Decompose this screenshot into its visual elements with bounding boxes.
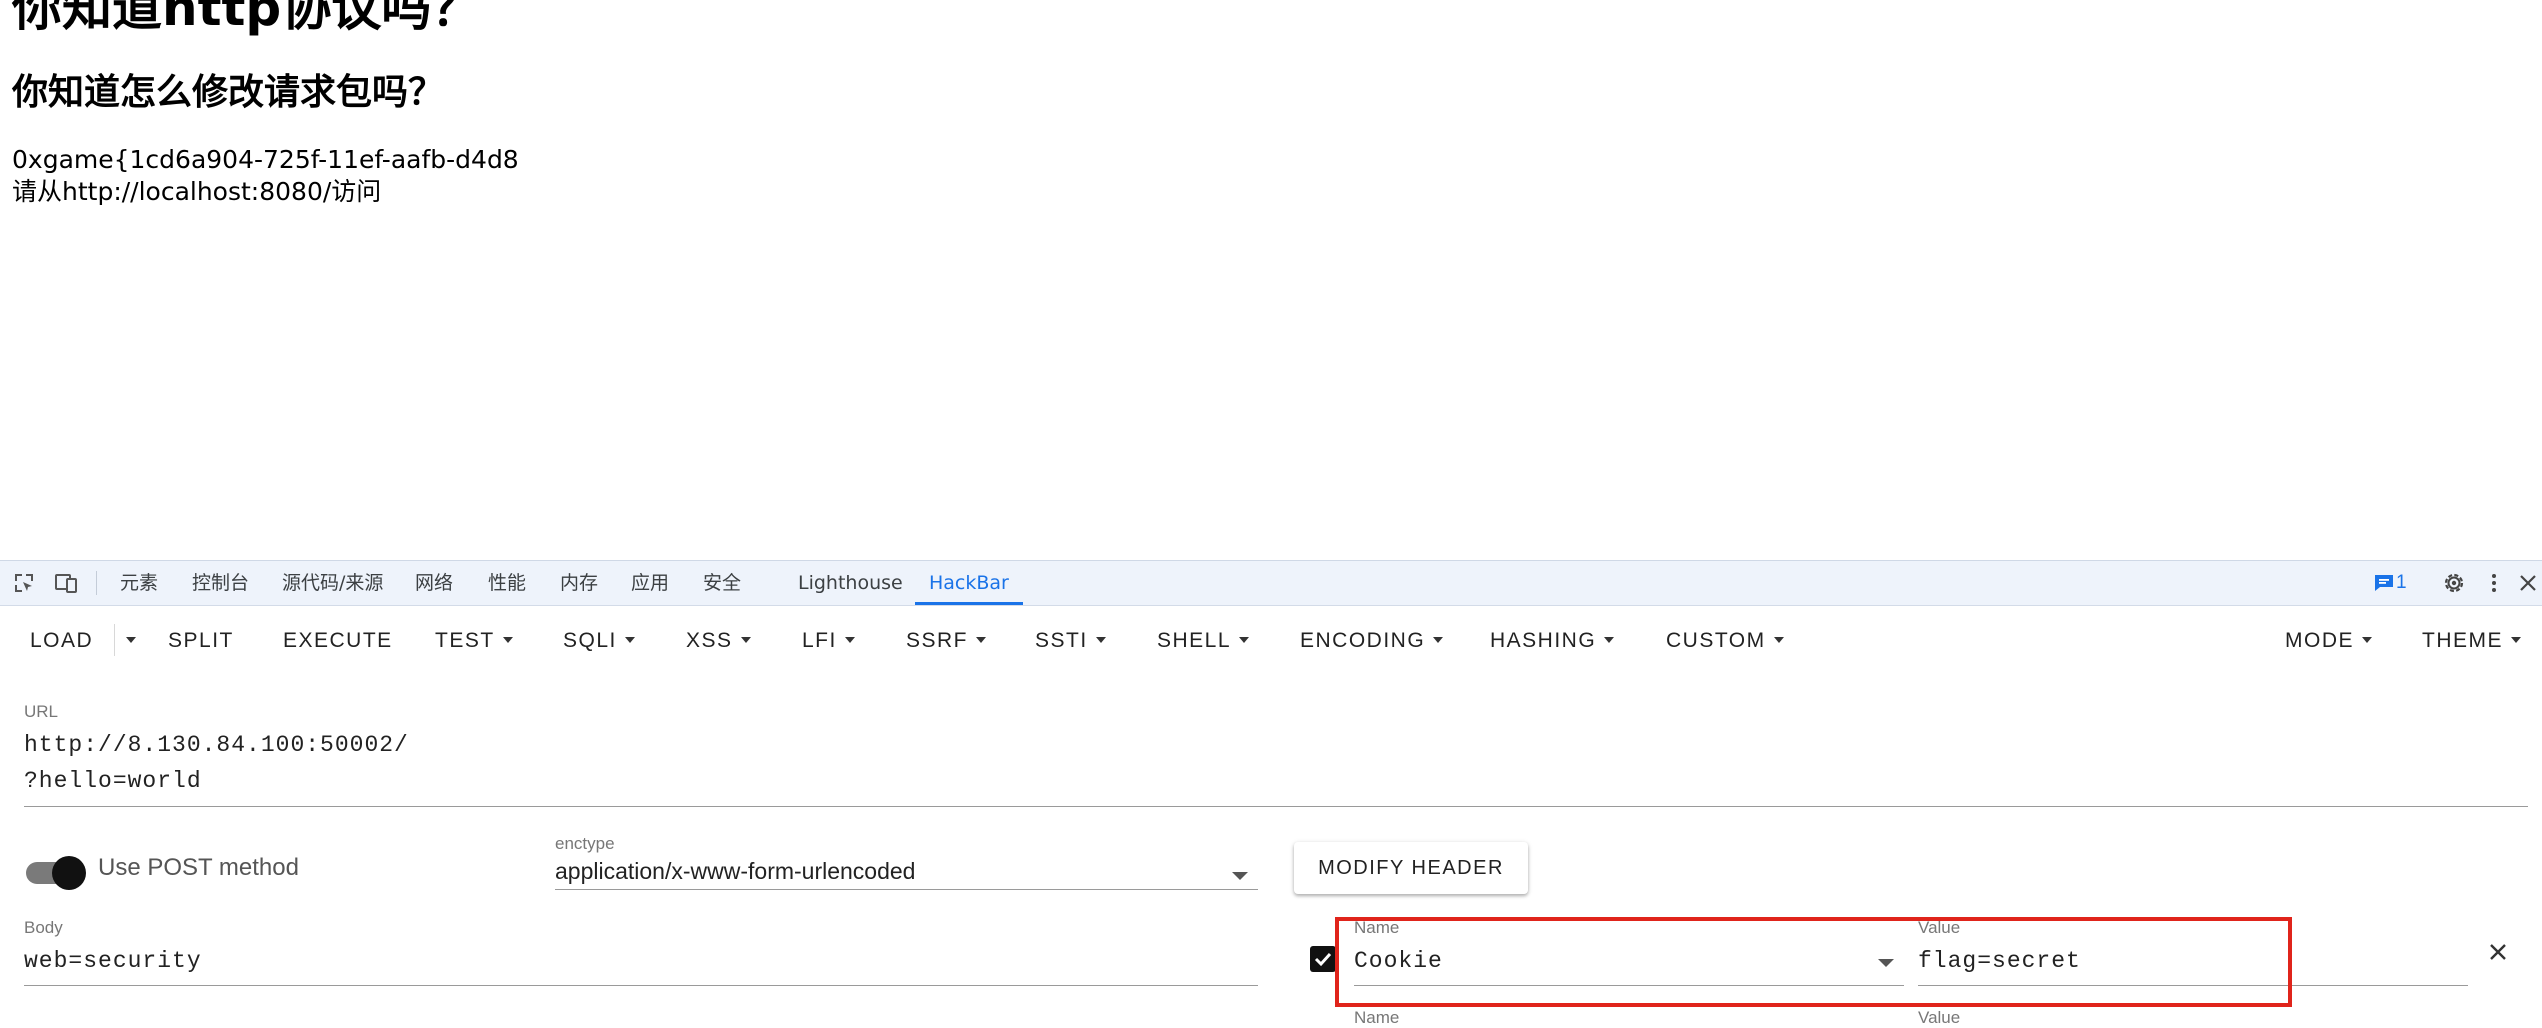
header2-value-label: Value xyxy=(1918,1008,1961,1027)
post-toggle-knob[interactable] xyxy=(52,856,86,890)
url-input-line-1[interactable]: http://8.130.84.100:50002/ xyxy=(24,732,409,758)
tab-application[interactable]: 应用 xyxy=(631,561,669,605)
body-input[interactable]: web=security xyxy=(24,948,202,974)
chevron-down-icon xyxy=(502,636,513,643)
checkmark-icon xyxy=(1314,952,1332,967)
xss-menu-button[interactable]: XSS xyxy=(686,621,751,661)
hint-text: 请从http://localhost:8080/访问 xyxy=(12,177,382,206)
issues-count[interactable]: 1 xyxy=(2396,561,2407,605)
theme-menu-button[interactable]: THEME xyxy=(2422,621,2521,661)
remove-header-icon[interactable] xyxy=(2486,940,2510,964)
tab-hackbar[interactable]: HackBar xyxy=(915,561,1023,605)
more-options-icon[interactable] xyxy=(2482,571,2506,595)
page-heading-2: 你知道怎么修改请求包吗？ xyxy=(12,72,445,113)
enctype-dropdown-icon[interactable] xyxy=(1232,872,1248,880)
split-button[interactable]: SPLIT xyxy=(168,621,234,661)
load-dropdown-button[interactable] xyxy=(118,621,136,661)
modify-header-button[interactable]: MODIFY HEADER xyxy=(1294,842,1528,894)
page-heading-1: 你知道http协议吗？ xyxy=(12,0,482,37)
lfi-menu-button[interactable]: LFI xyxy=(802,621,855,661)
hashing-menu-button[interactable]: HASHING xyxy=(1490,621,1615,661)
tab-memory[interactable]: 内存 xyxy=(560,561,598,605)
chevron-down-icon xyxy=(1095,636,1106,643)
chevron-down-icon xyxy=(624,636,635,643)
chevron-down-icon xyxy=(1433,636,1444,643)
enctype-label: enctype xyxy=(555,834,615,853)
post-toggle-label[interactable]: Use POST method xyxy=(98,854,299,882)
test-menu-button[interactable]: TEST xyxy=(435,621,513,661)
chevron-down-icon xyxy=(1604,636,1615,643)
web-page: 你知道http协议吗？ 你知道怎么修改请求包吗？ 0xgame{1cd6a904… xyxy=(0,0,2542,560)
enctype-underline xyxy=(555,889,1258,890)
sqli-menu-button[interactable]: SQLI xyxy=(563,621,635,661)
issues-icon[interactable] xyxy=(2372,571,2396,595)
chevron-down-icon xyxy=(976,636,987,643)
body-input-underline xyxy=(24,985,1258,986)
ssti-menu-button[interactable]: SSTI xyxy=(1035,621,1106,661)
execute-button[interactable]: EXECUTE xyxy=(283,621,393,661)
url-label: URL xyxy=(24,702,59,721)
tab-network[interactable]: 网络 xyxy=(415,561,453,605)
mode-menu-button[interactable]: MODE xyxy=(2285,621,2372,661)
chevron-down-icon xyxy=(2362,636,2372,643)
device-toolbar-icon[interactable] xyxy=(54,571,78,595)
settings-gear-icon[interactable] xyxy=(2442,571,2466,595)
shell-menu-button[interactable]: SHELL xyxy=(1157,621,1250,661)
hackbar-toolbar: LOAD SPLIT EXECUTE TEST SQLI XSS LFI SSR… xyxy=(0,605,2542,677)
tab-console[interactable]: 控制台 xyxy=(192,561,249,605)
header-enabled-checkbox[interactable] xyxy=(1310,946,1336,972)
chevron-down-icon xyxy=(2511,636,2521,643)
tab-sources[interactable]: 源代码/来源 xyxy=(282,561,383,605)
url-input-line-2[interactable]: ?hello=world xyxy=(24,768,202,794)
inspect-element-icon[interactable] xyxy=(12,571,36,595)
tab-security[interactable]: 安全 xyxy=(703,561,741,605)
custom-menu-button[interactable]: CUSTOM xyxy=(1666,621,1784,661)
close-devtools-icon[interactable] xyxy=(2516,571,2540,595)
body-label: Body xyxy=(24,918,63,937)
tabbar-separator xyxy=(96,571,97,595)
devtools-tabbar: 元素 控制台 源代码/来源 网络 性能 内存 应用 安全 Lighthouse … xyxy=(0,561,2542,606)
enctype-select[interactable]: application/x-www-form-urlencoded xyxy=(555,858,915,885)
tab-performance[interactable]: 性能 xyxy=(488,561,526,605)
ssrf-menu-button[interactable]: SSRF xyxy=(906,621,987,661)
chevron-down-icon xyxy=(1239,636,1250,643)
encoding-menu-button[interactable]: ENCODING xyxy=(1300,621,1444,661)
load-divider xyxy=(114,624,115,656)
flag-text: 0xgame{1cd6a904-725f-11ef-aafb-d4d8 xyxy=(12,145,519,174)
chevron-down-icon xyxy=(844,636,855,643)
header2-name-label: Name xyxy=(1354,1008,1400,1027)
tab-elements[interactable]: 元素 xyxy=(120,561,158,605)
tab-lighthouse[interactable]: Lighthouse xyxy=(798,561,903,605)
highlight-annotation-box xyxy=(1335,917,2292,1007)
chevron-down-icon xyxy=(1773,636,1784,643)
chevron-down-icon xyxy=(740,636,751,643)
load-button[interactable]: LOAD xyxy=(30,621,93,661)
url-input-underline xyxy=(24,806,2528,807)
chevron-down-icon xyxy=(126,636,136,643)
